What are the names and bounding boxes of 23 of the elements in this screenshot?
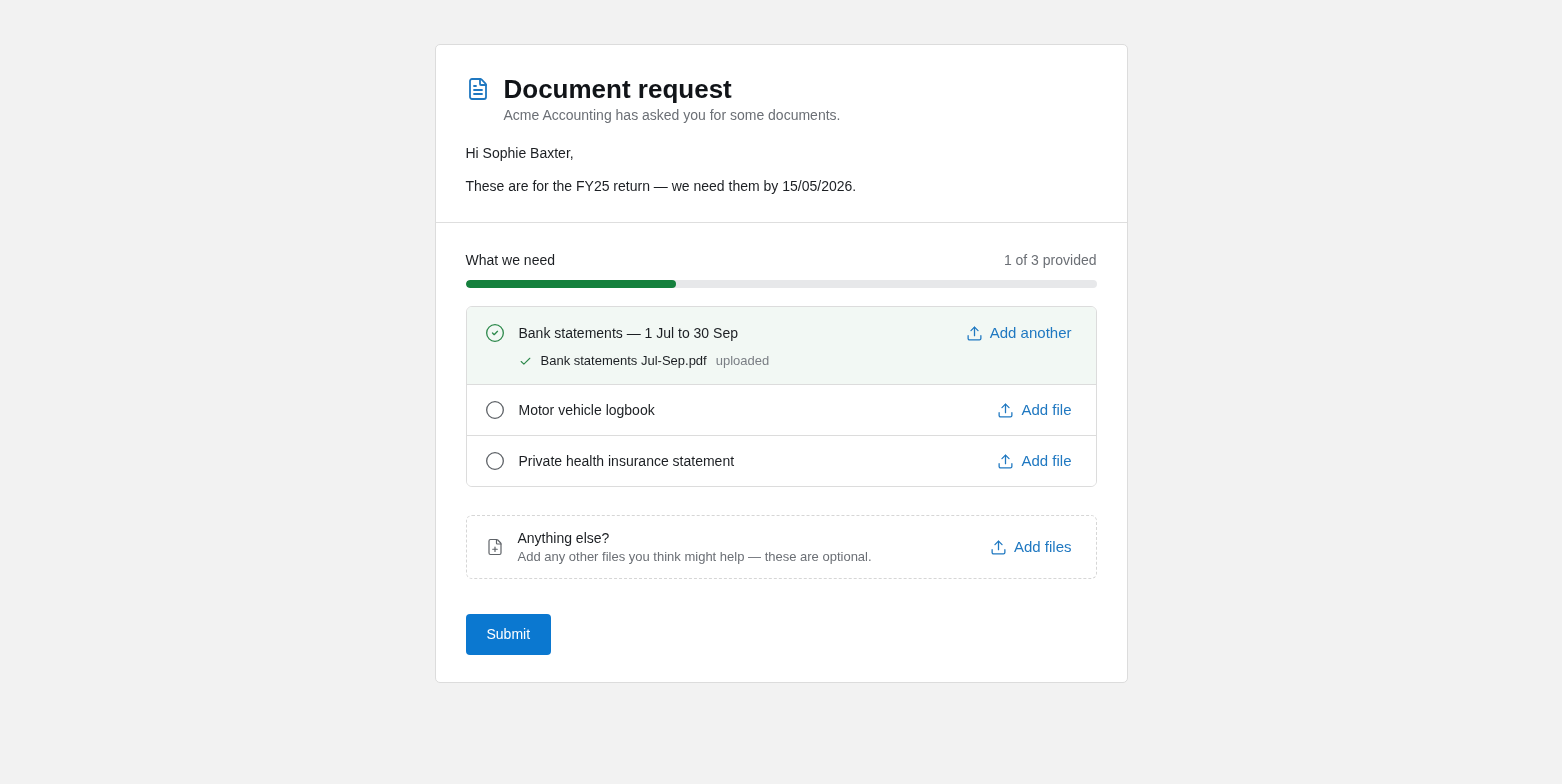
progress-count: 1 of 3 provided bbox=[1003, 251, 1097, 270]
optional-description: Add any other files you think might help — these are optional. bbox=[517, 548, 872, 566]
greeting-text: Hi Sophie Baxter, bbox=[465, 144, 575, 163]
section-heading: What we need bbox=[465, 251, 555, 270]
upload-icon bbox=[997, 401, 1015, 419]
page-subtitle: Acme Accounting has asked you for some documents. bbox=[503, 106, 842, 125]
upload-icon bbox=[965, 324, 983, 342]
requirement-label: Private health insurance statement bbox=[518, 452, 735, 471]
upload-button[interactable]: Add file bbox=[997, 400, 1072, 420]
message-text: These are for the FY25 return — we need them by 15/05/2026. bbox=[465, 177, 858, 196]
file-status: uploaded bbox=[715, 352, 770, 370]
file-name: Bank statements Jul-Sep.pdf bbox=[540, 352, 707, 370]
upload-button[interactable]: Add another bbox=[965, 323, 1072, 343]
requirement-label: Bank statements — 1 Jul to 30 Sep bbox=[518, 324, 738, 343]
upload-icon bbox=[997, 452, 1015, 470]
upload-icon bbox=[989, 538, 1007, 556]
upload-button[interactable]: Add files bbox=[989, 537, 1072, 557]
optional-title: Anything else? bbox=[517, 529, 611, 548]
file-plus-icon bbox=[485, 538, 504, 556]
submit-button[interactable]: Submit bbox=[465, 614, 552, 655]
requirement-label: Motor vehicle logbook bbox=[518, 401, 655, 420]
upload-button[interactable]: Add file bbox=[997, 451, 1072, 471]
page-title: Document request bbox=[503, 73, 732, 105]
